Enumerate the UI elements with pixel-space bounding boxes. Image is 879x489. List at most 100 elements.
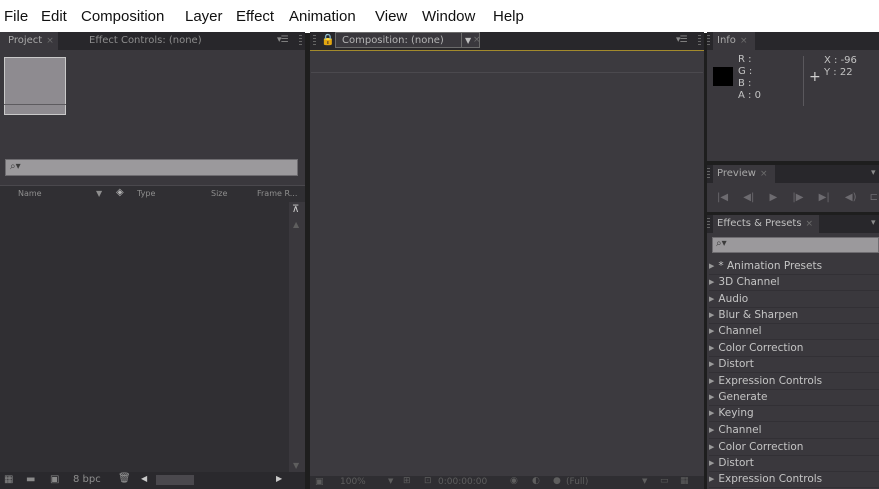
expand-triangle-icon[interactable]: ▶ [709,426,714,434]
composition-viewer[interactable] [310,50,704,476]
safe-margins-icon[interactable]: ⊞ [403,476,411,486]
grip-icon[interactable] [707,168,710,180]
tab-project[interactable]: Project × [0,32,58,50]
chevron-down-icon[interactable]: ▼ [388,477,393,485]
scroll-left-icon[interactable]: ◀ [141,474,147,483]
transparency-grid-icon[interactable]: ▦ [680,476,689,486]
horizontal-scroll-thumb[interactable] [156,475,194,485]
effects-category-expression-controls[interactable]: ▶ Expression Controls [709,471,879,488]
new-folder-icon[interactable]: ▬ [26,474,35,485]
expand-triangle-icon[interactable]: ▶ [709,344,714,352]
bit-depth-button[interactable]: 8 bpc [73,474,101,485]
scroll-up-icon[interactable]: ▲ [293,220,299,229]
new-composition-icon[interactable]: ▣ [50,474,59,485]
next-frame-icon[interactable]: |▶ [792,192,803,203]
effects-category-expression-controls[interactable]: ▶ Expression Controls [709,373,879,390]
expand-triangle-icon[interactable]: ▶ [709,278,714,286]
previous-frame-icon[interactable]: ◀| [743,192,754,203]
project-search-input[interactable]: ⌕▾ [5,159,298,176]
expand-triangle-icon[interactable]: ▶ [709,360,714,368]
tab-composition[interactable]: Composition: (none) ▼ [335,32,480,48]
expand-triangle-icon[interactable]: ▶ [709,262,714,270]
tab-effects-presets[interactable]: Effects & Presets × [713,215,819,233]
interpret-footage-icon[interactable]: ▦ [4,474,13,485]
first-frame-icon[interactable]: |◀ [717,192,728,203]
close-icon[interactable]: × [473,35,481,45]
column-type[interactable]: Type [137,189,155,198]
expand-triangle-icon[interactable]: ▶ [709,393,714,401]
project-scrollbar[interactable]: ⊼ ▲ ▼ [289,202,305,472]
expand-triangle-icon[interactable]: ▶ [709,459,714,467]
current-time-display[interactable]: 0:00:00:00 [438,477,487,487]
last-frame-icon[interactable]: ▶| [819,192,830,203]
effects-category-blur-sharpen[interactable]: ▶ Blur & Sharpen [709,307,879,324]
menu-window[interactable]: Window [422,8,475,25]
column-size[interactable]: Size [211,189,227,198]
color-channel-icon[interactable]: ● [553,476,561,486]
expand-triangle-icon[interactable]: ▶ [709,327,714,335]
chevron-down-icon[interactable]: ▼ [642,477,647,485]
effects-category-animation-presets[interactable]: ▶ * Animation Presets [709,258,879,275]
effects-category-color-correction[interactable]: ▶ Color Correction [709,439,879,456]
menu-composition[interactable]: Composition [81,8,164,25]
always-preview-icon[interactable]: ▣ [315,477,324,487]
close-icon[interactable]: × [760,169,768,179]
grip-icon[interactable] [299,35,302,47]
resolution-dropdown[interactable]: (Full) [566,477,588,487]
mute-audio-icon[interactable]: ◀) [845,192,857,203]
column-frame-rate[interactable]: Frame R... [257,189,297,198]
close-icon[interactable]: × [740,36,748,46]
grip-icon[interactable] [707,218,710,230]
expand-triangle-icon[interactable]: ▶ [709,475,714,483]
grip-icon[interactable] [698,35,701,47]
expand-triangle-icon[interactable]: ▶ [709,295,714,303]
close-icon[interactable]: × [806,219,814,229]
scroll-right-icon[interactable]: ▶ [276,474,282,483]
expand-triangle-icon[interactable]: ▶ [709,377,714,385]
trash-icon[interactable]: 🗑 [118,473,131,484]
show-snapshot-icon[interactable]: ◐ [532,476,540,486]
grip-icon[interactable] [313,35,316,47]
menu-file[interactable]: File [4,8,28,25]
effects-category-distort[interactable]: ▶ Distort [709,356,879,373]
effects-category-color-correction[interactable]: ▶ Color Correction [709,340,879,357]
effects-category-audio[interactable]: ▶ Audio [709,291,879,308]
chevron-down-icon[interactable]: ▼ [461,33,471,48]
panel-menu-icon[interactable]: ▾☰ [277,35,289,45]
column-name[interactable]: Name [18,189,42,198]
effects-search-input[interactable]: ⌕▾ [712,237,879,253]
region-of-interest-icon[interactable]: ▭ [660,476,669,486]
menu-view[interactable]: View [375,8,407,25]
expand-triangle-icon[interactable]: ▶ [709,311,714,319]
mask-visibility-icon[interactable]: ⊡ [424,476,432,486]
zoom-dropdown[interactable]: 100% [340,477,366,487]
lock-icon[interactable]: 🔒 [321,33,335,46]
expand-triangle-icon[interactable]: ▶ [709,409,714,417]
effects-category-distort[interactable]: ▶ Distort [709,455,879,472]
effects-category-channel[interactable]: ▶ Channel [709,422,879,439]
menu-edit[interactable]: Edit [41,8,67,25]
panel-menu-icon[interactable]: ▾ [871,168,875,178]
scroll-down-icon[interactable]: ▼ [293,461,299,470]
effects-category-3d-channel[interactable]: ▶ 3D Channel [709,274,879,291]
play-icon[interactable]: ▶ [770,192,778,203]
panel-menu-icon[interactable]: ▾☰ [676,35,688,45]
snapshot-icon[interactable]: ◉ [510,476,518,486]
label-tag-icon[interactable]: ◈ [116,187,124,198]
close-icon[interactable]: × [46,36,54,46]
effects-category-channel[interactable]: ▶ Channel [709,323,879,340]
effects-category-keying[interactable]: ▶ Keying [709,405,879,422]
tab-effect-controls[interactable]: Effect Controls: (none) [89,32,202,50]
menu-help[interactable]: Help [493,8,524,25]
expand-triangle-icon[interactable]: ▶ [709,443,714,451]
menu-effect[interactable]: Effect [236,8,274,25]
loop-icon[interactable]: ⊏ [870,192,878,203]
menu-layer[interactable]: Layer [185,8,223,25]
sort-dropdown-icon[interactable]: ▼ [96,189,102,198]
tab-preview[interactable]: Preview × [713,165,775,183]
panel-menu-icon[interactable]: ▾ [871,218,875,228]
grip-icon[interactable] [707,35,710,47]
tab-info[interactable]: Info × [713,32,755,50]
flowchart-icon[interactable]: ⊼ [292,204,299,215]
effects-category-generate[interactable]: ▶ Generate [709,389,879,406]
